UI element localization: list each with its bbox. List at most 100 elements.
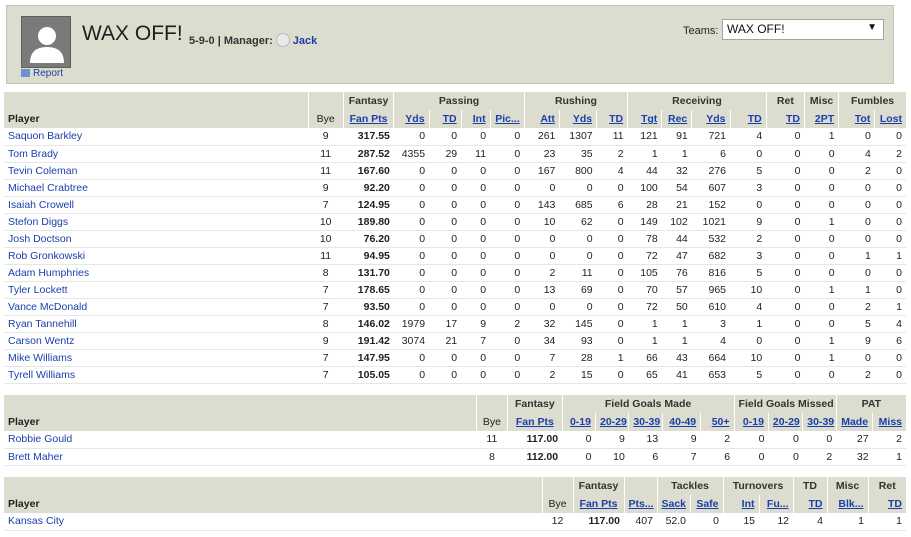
stat-cell: 0 bbox=[461, 179, 491, 197]
stat-cell: 1 bbox=[661, 332, 692, 350]
col-fgm-40-49[interactable]: 40-49 bbox=[661, 413, 701, 431]
sort-link[interactable]: Fan Pts bbox=[516, 416, 554, 428]
sort-link[interactable]: Pic... bbox=[495, 113, 520, 125]
col-fgmiss-20-29[interactable]: 20-29 bbox=[767, 413, 803, 431]
player-name-link[interactable]: Vance McDonald bbox=[4, 298, 309, 316]
col-td[interactable]: TD bbox=[792, 495, 828, 513]
sort-link[interactable]: 2PT bbox=[815, 113, 834, 125]
player-name-link[interactable]: Tyrell Williams bbox=[4, 366, 309, 384]
sort-link[interactable]: 0-19 bbox=[743, 416, 764, 428]
sort-link[interactable]: Yds bbox=[405, 113, 424, 125]
col-blk[interactable]: Blk... bbox=[826, 495, 869, 513]
bye-cell: 8 bbox=[308, 315, 344, 333]
col-rec-tgt[interactable]: Tgt bbox=[627, 110, 662, 128]
sort-link[interactable]: Tgt bbox=[641, 113, 657, 125]
col-sack[interactable]: Sack bbox=[656, 495, 690, 513]
sort-link[interactable]: Miss bbox=[879, 416, 902, 428]
player-name-link[interactable]: Rob Gronkowski bbox=[4, 247, 309, 265]
sort-link[interactable]: Int bbox=[473, 113, 486, 125]
player-name-link[interactable]: Brett Maher bbox=[4, 448, 477, 466]
col-fan-pts[interactable]: Fan Pts bbox=[507, 413, 563, 431]
col-rec-rec[interactable]: Rec bbox=[661, 110, 692, 128]
sort-link[interactable]: Yds bbox=[573, 113, 592, 125]
sort-link[interactable]: 0-19 bbox=[570, 416, 591, 428]
col-fgm-30-39[interactable]: 30-39 bbox=[628, 413, 663, 431]
sort-link[interactable]: Tot bbox=[855, 113, 871, 125]
sort-link[interactable]: 30-39 bbox=[633, 416, 660, 428]
player-name-link[interactable]: Mike Williams bbox=[4, 349, 309, 367]
col-fgmiss-0-19[interactable]: 0-19 bbox=[733, 413, 769, 431]
player-name-link[interactable]: Ryan Tannehill bbox=[4, 315, 309, 333]
col-pass-int[interactable]: Int bbox=[460, 110, 491, 128]
sort-link[interactable]: 50+ bbox=[712, 416, 730, 428]
sort-link[interactable]: 20-29 bbox=[600, 416, 627, 428]
player-name-link[interactable]: Michael Crabtree bbox=[4, 179, 309, 197]
col-ret-td[interactable]: TD bbox=[765, 110, 805, 128]
sort-link[interactable]: 20-29 bbox=[773, 416, 800, 428]
sort-link[interactable]: TD bbox=[888, 498, 902, 510]
sort-link[interactable]: 40-49 bbox=[669, 416, 696, 428]
player-name-link[interactable]: Josh Doctson bbox=[4, 230, 309, 248]
col-rush-td[interactable]: TD bbox=[596, 110, 628, 128]
stat-cell: 0 bbox=[393, 298, 430, 316]
col-misc-2pt[interactable]: 2PT bbox=[804, 110, 839, 128]
sort-link[interactable]: Rec bbox=[668, 113, 687, 125]
col-pass-pick[interactable]: Pic... bbox=[489, 110, 525, 128]
col-pat-made[interactable]: Made bbox=[835, 413, 873, 431]
col-rec-yds[interactable]: Yds bbox=[691, 110, 731, 128]
table-row: Rob Gronkowski 11 94.95 0 0 0 0 0 0 0 72 47 682 3 0 0 1 1 bbox=[4, 247, 906, 265]
sort-link[interactable]: Sack bbox=[662, 498, 687, 510]
sort-link[interactable]: Made bbox=[841, 416, 868, 428]
sort-link[interactable]: 30-39 bbox=[807, 416, 834, 428]
col-safety[interactable]: Safe bbox=[689, 495, 723, 513]
report-link[interactable]: Report bbox=[21, 68, 63, 79]
col-rec-td[interactable]: TD bbox=[729, 110, 767, 128]
col-fgmiss-30-39[interactable]: 30-39 bbox=[802, 413, 837, 431]
col-fumble-rec[interactable]: Fu... bbox=[758, 495, 794, 513]
report-label[interactable]: Report bbox=[33, 68, 63, 79]
player-name-link[interactable]: Tom Brady bbox=[4, 145, 309, 163]
col-fan-pts[interactable]: Fan Pts bbox=[572, 495, 624, 513]
col-pass-td[interactable]: TD bbox=[428, 110, 462, 128]
sort-link[interactable]: TD bbox=[748, 113, 762, 125]
player-name-link[interactable]: Saquon Barkley bbox=[4, 128, 309, 146]
player-name-link[interactable]: Stefon Diggs bbox=[4, 213, 309, 231]
sort-link[interactable]: Lost bbox=[880, 113, 902, 125]
player-name-link[interactable]: Tyler Lockett bbox=[4, 281, 309, 299]
sort-link[interactable]: TD bbox=[443, 113, 457, 125]
sort-link[interactable]: Safe bbox=[696, 498, 718, 510]
sort-link[interactable]: Att bbox=[540, 113, 555, 125]
sort-link[interactable]: TD bbox=[809, 498, 823, 510]
col-pts-allowed[interactable]: Pts... bbox=[623, 495, 657, 513]
sort-link[interactable]: TD bbox=[786, 113, 800, 125]
sort-link[interactable]: Fan Pts bbox=[580, 498, 618, 510]
col-fgm-20-29[interactable]: 20-29 bbox=[594, 413, 629, 431]
teams-select[interactable]: WAX OFF! ▼ bbox=[722, 19, 884, 40]
manager-link[interactable]: Jack bbox=[293, 35, 317, 47]
player-name-link[interactable]: Isaiah Crowell bbox=[4, 196, 309, 214]
col-fum-tot[interactable]: Tot bbox=[838, 110, 875, 128]
sort-link[interactable]: Fan Pts bbox=[350, 113, 388, 125]
col-rush-att[interactable]: Att bbox=[523, 110, 560, 128]
player-name-link[interactable]: Kansas City bbox=[4, 513, 542, 531]
col-ret-td[interactable]: TD bbox=[867, 495, 907, 513]
col-int[interactable]: Int bbox=[722, 495, 759, 513]
col-rush-yds[interactable]: Yds bbox=[558, 110, 597, 128]
sort-link[interactable]: Fu... bbox=[767, 498, 789, 510]
col-fgm-0-19[interactable]: 0-19 bbox=[561, 413, 596, 431]
col-pat-miss[interactable]: Miss bbox=[872, 413, 906, 431]
sort-link[interactable]: Blk... bbox=[838, 498, 863, 510]
player-name-link[interactable]: Tevin Coleman bbox=[4, 162, 309, 180]
player-name-link[interactable]: Robbie Gould bbox=[4, 431, 477, 449]
sort-link[interactable]: Int bbox=[742, 498, 755, 510]
sort-link[interactable]: Yds bbox=[706, 113, 725, 125]
col-pass-yds[interactable]: Yds bbox=[393, 110, 430, 128]
col-fum-lost[interactable]: Lost bbox=[874, 110, 906, 128]
defense-group-header: Fantasy Tackles Turnovers TD Misc Ret bbox=[4, 477, 907, 495]
sort-link[interactable]: TD bbox=[609, 113, 623, 125]
player-name-link[interactable]: Adam Humphries bbox=[4, 264, 309, 282]
player-name-link[interactable]: Carson Wentz bbox=[4, 332, 309, 350]
sort-link[interactable]: Pts... bbox=[629, 498, 654, 510]
col-fan-pts[interactable]: Fan Pts bbox=[342, 110, 394, 128]
col-fgm-50[interactable]: 50+ bbox=[700, 413, 735, 431]
